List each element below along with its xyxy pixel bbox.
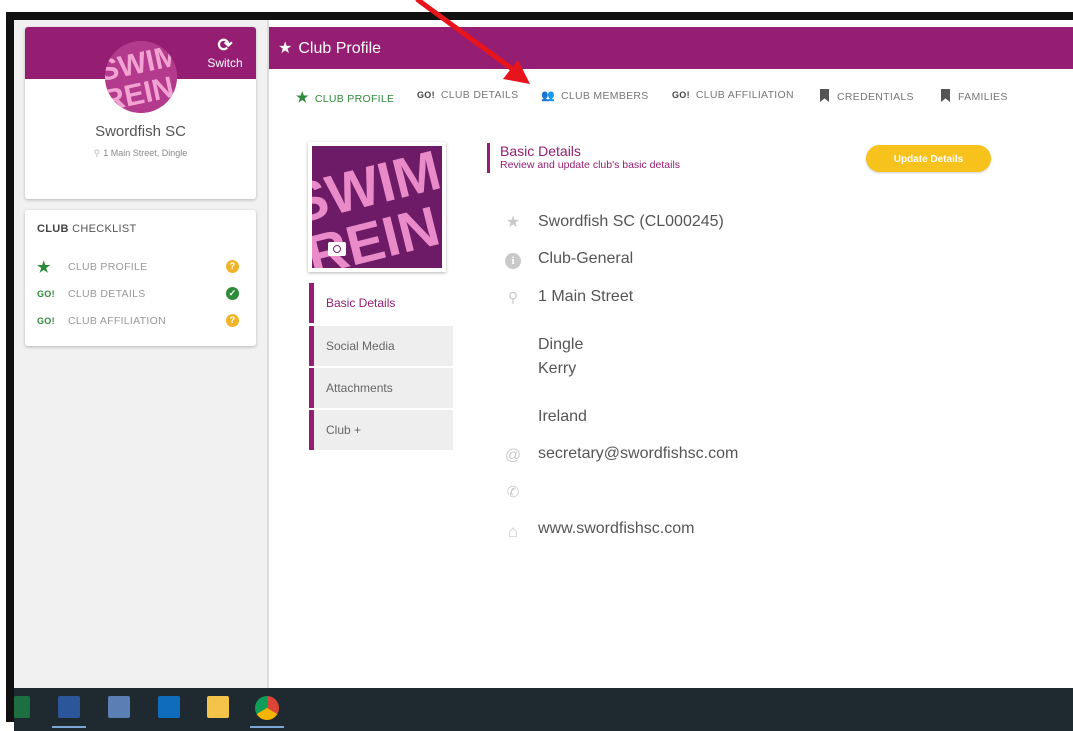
club-website: www.swordfishsc.com (538, 520, 695, 537)
club-type: Club-General (538, 250, 634, 267)
check-status-icon: ✓ (226, 287, 239, 300)
club-address-text: 1 Main Street, Dingle (103, 148, 188, 158)
checklist-item-label: CLUB PROFILE (68, 261, 148, 273)
checklist-item-label: CLUB AFFILIATION (68, 315, 166, 327)
club-logo-card[interactable]: SWIM REIN (308, 142, 446, 272)
at-icon: @ (504, 447, 522, 464)
star-icon: ★ (37, 259, 51, 276)
go-icon: GO! (37, 316, 55, 326)
section-header: Basic Details Review and update club's b… (487, 143, 680, 173)
side-menu-label: Attachments (326, 381, 393, 395)
phone-icon: ✆ (506, 484, 520, 501)
info-icon: i (505, 253, 521, 269)
outlook-icon[interactable] (158, 696, 180, 718)
section-subtitle: Review and update club's basic details (500, 159, 681, 171)
club-email: secretary@swordfishsc.com (538, 445, 739, 462)
warning-status-icon: ? (226, 314, 239, 327)
checklist-item-club-details[interactable]: GO! CLUB DETAILS ✓ (37, 287, 247, 305)
chrome-active-indicator (250, 726, 284, 728)
camera-icon[interactable] (328, 242, 346, 256)
side-menu-label: Club + (326, 423, 362, 437)
checklist-item-club-affiliation[interactable]: GO! CLUB AFFILIATION ? (37, 314, 247, 332)
side-menu-club-plus[interactable]: Club + (309, 410, 453, 450)
windows-taskbar (14, 688, 1073, 731)
club-checklist-card: CLUB CHECKLIST ★ CLUB PROFILE ? GO! CLUB… (25, 210, 256, 346)
checklist-item-label: CLUB DETAILS (68, 288, 146, 300)
section-title: Basic Details (500, 143, 581, 159)
file-explorer-icon[interactable] (207, 696, 229, 718)
checklist-title-rest: CHECKLIST (68, 223, 137, 235)
side-menu-attachments[interactable]: Attachments (309, 368, 453, 408)
side-menu-basic-details[interactable]: Basic Details (309, 283, 453, 323)
star-icon: ★ (505, 214, 521, 231)
club-logo-image: SWIM REIN (312, 146, 442, 268)
chrome-icon[interactable] (255, 696, 279, 720)
side-menu-label: Social Media (326, 339, 395, 353)
home-icon: ⌂ (507, 522, 519, 541)
club-name-code: Swordfish SC (CL000245) (538, 213, 724, 230)
address-line1: 1 Main Street (538, 288, 634, 305)
address-county: Kerry (538, 360, 577, 377)
word-active-indicator (52, 726, 86, 728)
address-country: Ireland (538, 408, 587, 425)
checklist-item-club-profile[interactable]: ★ CLUB PROFILE ? (37, 259, 247, 278)
side-menu-social-media[interactable]: Social Media (309, 326, 453, 366)
side-menu-label: Basic Details (326, 296, 396, 310)
location-pin-icon: ⚲ (507, 289, 519, 305)
club-name: Swordfish SC (95, 123, 186, 140)
excel-icon[interactable] (14, 696, 30, 718)
word-icon[interactable] (58, 696, 80, 718)
red-arrow-annotation (415, 0, 530, 84)
location-pin-icon: ⚲ (93, 148, 101, 158)
address-town: Dingle (538, 336, 584, 353)
file-icon[interactable] (108, 696, 130, 718)
checklist-title-bold: CLUB (37, 223, 69, 235)
panel-divider (267, 20, 269, 688)
club-address: ⚲ 1 Main Street, Dingle (25, 148, 256, 159)
checklist-title: CLUB CHECKLIST (37, 223, 137, 235)
update-details-button[interactable]: Update Details (866, 145, 991, 172)
go-icon: GO! (37, 289, 55, 299)
warning-status-icon: ? (226, 260, 239, 273)
